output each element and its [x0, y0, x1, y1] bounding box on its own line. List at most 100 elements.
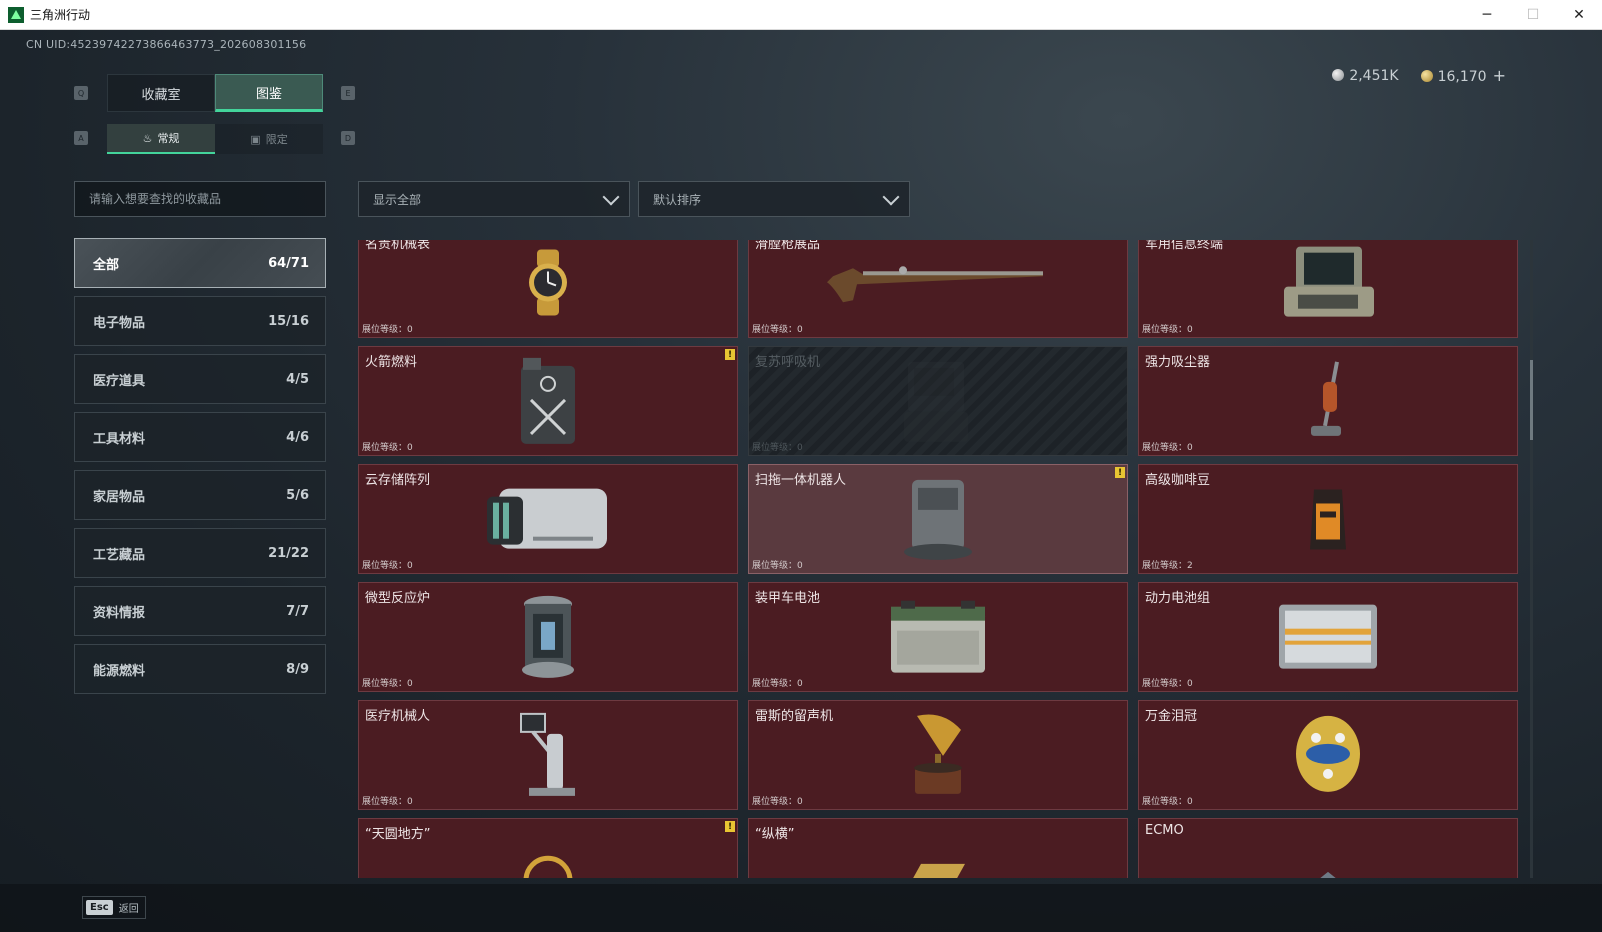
category-energy[interactable]: 能源燃料 8/9 — [74, 644, 326, 694]
item-name: 高级咖啡豆 — [1145, 473, 1211, 488]
category-crafts[interactable]: 工艺藏品 21/22 — [74, 528, 326, 578]
player-uid: CN UID:45239742273866463773_202608301156 — [26, 38, 307, 51]
booth-level: 展位等级：0 — [752, 679, 803, 689]
booth-level-label: 展位等级 — [362, 797, 399, 807]
booth-level-label: 展位等级 — [1142, 679, 1179, 689]
terminal-icon — [1278, 243, 1378, 327]
search-input[interactable] — [74, 181, 326, 217]
maximize-button[interactable]: ☐ — [1510, 0, 1556, 30]
esc-key-hint: Esc — [86, 900, 113, 915]
robot-vacuum-icon — [898, 474, 978, 568]
item-name: 云存储阵列 — [365, 473, 431, 488]
collection-card[interactable]: 云存储阵列 展位等级：0 — [358, 464, 738, 574]
medical-robot-icon — [513, 710, 583, 804]
category-electronics[interactable]: 电子物品 15/16 — [74, 296, 326, 346]
jeweled-egg-icon — [1288, 710, 1368, 804]
item-name: 扫拖一体机器人 — [755, 473, 847, 488]
watch-icon — [513, 247, 583, 321]
collection-card[interactable]: 滑膛枪展品展位等级：0 — [748, 240, 1128, 338]
grid-scrollbar[interactable] — [1530, 240, 1533, 878]
item-name: 装甲车电池 — [755, 591, 821, 606]
item-name: 强力吸尘器 — [1145, 355, 1211, 370]
image-icon: ▣ — [250, 132, 261, 146]
scrollbar-thumb[interactable] — [1530, 360, 1533, 440]
booth-level-value: 0 — [1187, 325, 1193, 335]
subtab-regular[interactable]: ♨ 常规 — [107, 124, 215, 154]
item-grid: 名贵机械表 展位等级：0 滑膛枪展品 展位等级：0 军用信息终端 展位等级：0 火箭燃料! 展… — [358, 240, 1518, 878]
booth-level: 展位等级：2 — [1142, 561, 1193, 571]
item-name: 滑膛枪展品 — [755, 240, 821, 252]
booth-level: 展位等级：0 — [752, 325, 803, 335]
add-currency-button[interactable]: + — [1493, 66, 1506, 85]
subtab-limited[interactable]: ▣ 限定 — [215, 124, 323, 154]
item-name: 复苏呼吸机 — [755, 355, 821, 370]
collection-card[interactable]: 军用信息终端 展位等级：0 — [1138, 240, 1518, 338]
collection-card[interactable]: 医疗机械人展位等级：0 — [358, 700, 738, 810]
item-name: 军用信息终端 — [1145, 240, 1224, 252]
collection-card[interactable]: ECMO展位等级：0 — [1138, 818, 1518, 878]
window-titlebar: 三角洲行动 ─ ☐ ✕ — [0, 0, 1602, 30]
bottom-bar — [0, 884, 1602, 932]
booth-level: 展位等级：0 — [362, 797, 413, 807]
musket-icon — [823, 252, 1053, 316]
booth-level: 展位等级：0 — [752, 797, 803, 807]
close-button[interactable]: ✕ — [1556, 0, 1602, 30]
booth-level-value: 0 — [797, 443, 803, 453]
currency-bar: 2,451K 16,170 + — [1332, 66, 1506, 85]
booth-level-value: 0 — [797, 679, 803, 689]
key-hint-q: Q — [74, 86, 88, 100]
collection-card[interactable]: 复苏呼吸机展位等级：0 — [748, 346, 1128, 456]
category-intel[interactable]: 资料情报 7/7 — [74, 586, 326, 636]
window-title: 三角洲行动 — [30, 8, 91, 22]
category-all[interactable]: 全部 64/71 — [74, 238, 326, 288]
category-list: 全部 64/71 电子物品 15/16 医疗道具 4/5 工具材料 4/6 家居物品 5/… — [74, 238, 326, 702]
booth-level-label: 展位等级 — [752, 561, 789, 571]
tab-collection-room[interactable]: 收藏室 — [107, 74, 215, 112]
collection-card[interactable]: 装甲车电池展位等级：0 — [748, 582, 1128, 692]
booth-level-label: 展位等级 — [1142, 561, 1179, 571]
booth-level-label: 展位等级 — [752, 325, 789, 335]
coffee-bag-icon — [1306, 483, 1350, 557]
booth-level-value: 0 — [407, 797, 413, 807]
booth-level-value: 0 — [1187, 443, 1193, 453]
collection-card[interactable]: “纵横”展位等级：0 — [748, 818, 1128, 878]
booth-level: 展位等级：0 — [1142, 325, 1193, 335]
booth-level-value: 0 — [407, 443, 413, 453]
booth-level-value: 0 — [407, 679, 413, 689]
minimize-button[interactable]: ─ — [1464, 0, 1510, 30]
booth-level-value: 0 — [407, 325, 413, 335]
gold-currency: 16,170 + — [1420, 66, 1506, 85]
collection-card[interactable]: 强力吸尘器 展位等级：0 — [1138, 346, 1518, 456]
collection-card[interactable]: 火箭燃料! 展位等级：0 — [358, 346, 738, 456]
app-logo-icon — [8, 6, 24, 23]
category-medical[interactable]: 医疗道具 4/5 — [74, 354, 326, 404]
item-name: 医疗机械人 — [365, 709, 431, 724]
booth-level-value: 0 — [797, 561, 803, 571]
chevron-down-icon — [882, 188, 900, 206]
collection-card[interactable]: 扫拖一体机器人! 展位等级：0 — [748, 464, 1128, 574]
sort-dropdown[interactable]: 默认排序 — [638, 181, 910, 217]
collection-card[interactable]: “天圆地方”!展位等级：0 — [358, 818, 738, 878]
collection-card[interactable]: 名贵机械表 展位等级：0 — [358, 240, 738, 338]
flask-icon: ♨ — [142, 131, 153, 145]
booth-level-label: 展位等级 — [752, 797, 789, 807]
filter-dropdown[interactable]: 显示全部 — [358, 181, 630, 217]
item-grid-viewport: 名贵机械表 展位等级：0 滑膛枪展品 展位等级：0 军用信息终端 展位等级：0 火箭燃料! 展… — [358, 240, 1526, 878]
item-name: 万金泪冠 — [1145, 709, 1198, 724]
key-hint-e: E — [341, 86, 355, 100]
category-household[interactable]: 家居物品 5/6 — [74, 470, 326, 520]
sub-tabs: ♨ 常规 ▣ 限定 — [107, 124, 323, 154]
chevron-down-icon — [602, 188, 620, 206]
collection-card[interactable]: 动力电池组 展位等级：0 — [1138, 582, 1518, 692]
tab-catalog[interactable]: 图鉴 — [215, 74, 323, 112]
fuel-can-icon — [513, 356, 583, 450]
collection-card[interactable]: 雷斯的留声机 展位等级：0 — [748, 700, 1128, 810]
booth-level-label: 展位等级 — [362, 325, 399, 335]
collection-card[interactable]: 高级咖啡豆展位等级：2 — [1138, 464, 1518, 574]
category-tools[interactable]: 工具材料 4/6 — [74, 412, 326, 462]
collection-card[interactable]: 微型反应炉 展位等级：0 — [358, 582, 738, 692]
collection-card[interactable]: 万金泪冠 展位等级：0 — [1138, 700, 1518, 810]
booth-level: 展位等级：0 — [752, 443, 803, 453]
back-button[interactable]: Esc 返回 — [82, 896, 146, 919]
booth-level-value: 0 — [407, 561, 413, 571]
